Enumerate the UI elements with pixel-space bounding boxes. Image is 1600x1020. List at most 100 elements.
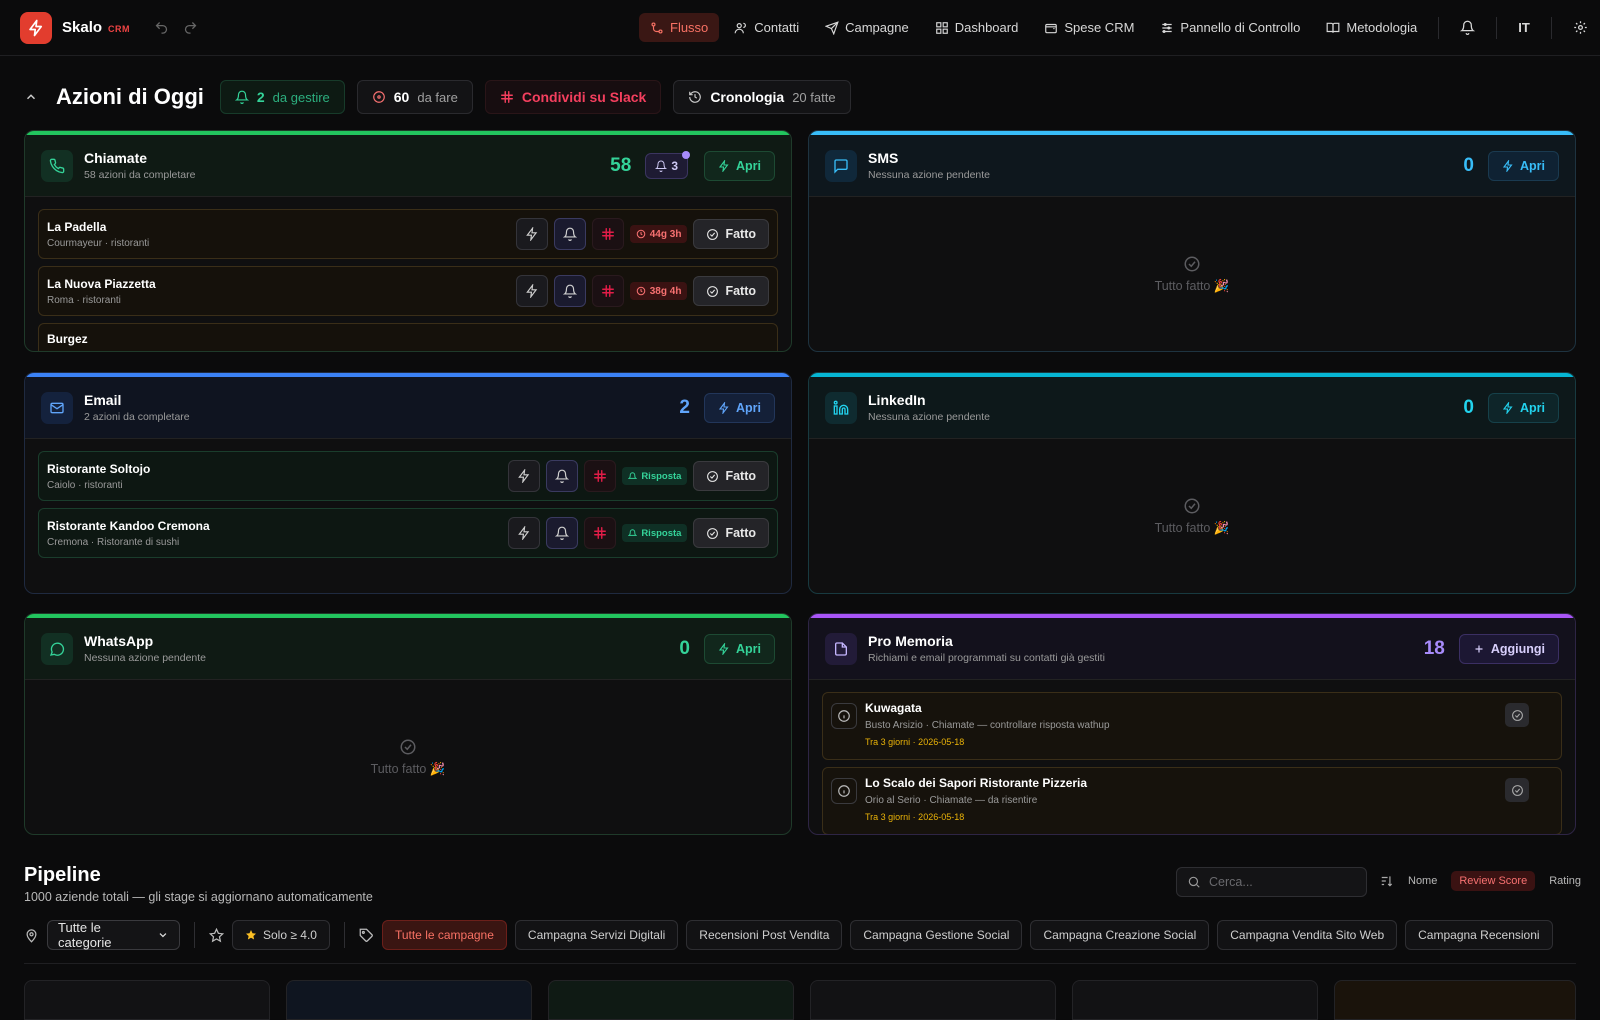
slack-button[interactable] xyxy=(584,517,617,549)
reminder-badge[interactable]: 3 xyxy=(645,150,690,179)
card-count: 18 xyxy=(1423,637,1445,659)
sort-rating[interactable]: Rating xyxy=(1541,871,1589,891)
sort-review-score[interactable]: Review Score xyxy=(1451,871,1536,891)
category-select[interactable]: Tutte le categorie xyxy=(47,920,180,950)
bell-icon xyxy=(655,160,668,172)
card-title: Chiamate xyxy=(84,150,148,166)
history-count: 20 fatte xyxy=(792,89,836,105)
campaign-chip[interactable]: Campagna Recensioni xyxy=(1405,920,1553,950)
slack-icon xyxy=(594,527,607,539)
pipeline-search[interactable] xyxy=(1176,867,1367,897)
memo-done-button[interactable] xyxy=(1505,703,1529,727)
nav-label: Dashboard xyxy=(954,20,1019,35)
search-input[interactable] xyxy=(1209,875,1349,889)
card-header: Email 2 azioni da completare 2 Apri xyxy=(25,377,791,439)
list-item[interactable]: Ristorante Kandoo Cremona Cremona · Rist… xyxy=(38,508,778,558)
open-button[interactable]: Apri xyxy=(704,150,775,181)
check-circle-icon xyxy=(1184,256,1200,272)
chevron-up-icon[interactable] xyxy=(24,90,38,104)
pipeline-column xyxy=(1334,980,1576,1020)
campaign-chip[interactable]: Campagna Servizi Digitali xyxy=(514,920,679,950)
to-manage-chip[interactable]: 2 da gestire xyxy=(219,80,345,114)
card-list: Tutto fatto 🎉 xyxy=(25,680,791,834)
plus-icon xyxy=(1475,645,1483,652)
quick-action-button[interactable] xyxy=(515,275,548,307)
rating-filter-label: Solo ≥ 4.0 xyxy=(263,928,317,942)
quick-action-button[interactable] xyxy=(508,460,541,492)
campaign-chip[interactable]: Recensioni Post Vendita xyxy=(686,920,843,950)
campaign-chip[interactable]: Campagna Vendita Sito Web xyxy=(1217,920,1398,950)
reminder-button[interactable] xyxy=(546,517,579,549)
card-icon-box xyxy=(825,149,857,182)
pipeline-column xyxy=(286,980,532,1020)
history-button[interactable]: Cronologia 20 fatte xyxy=(673,80,851,114)
bolt-icon xyxy=(29,19,43,36)
nav-campagne[interactable]: Campagne xyxy=(814,13,920,42)
redo-icon[interactable] xyxy=(183,20,198,35)
reminder-button[interactable] xyxy=(553,218,586,250)
done-button[interactable]: Fatto xyxy=(693,276,769,306)
nav-spese-crm[interactable]: Spese CRM xyxy=(1033,13,1145,42)
quick-action-button[interactable] xyxy=(508,517,541,549)
memo-item[interactable]: Kuwagata Busto Arsizio · Chiamate — cont… xyxy=(822,692,1562,760)
info-icon xyxy=(831,703,857,729)
open-button[interactable]: Apri xyxy=(704,392,775,423)
open-label: Apri xyxy=(736,641,761,656)
app-logo[interactable] xyxy=(20,11,52,44)
list-item[interactable]: Burgez xyxy=(38,323,778,351)
share-slack-button[interactable]: Condividi su Slack xyxy=(484,80,662,114)
campaign-chip[interactable]: Campagna Gestione Social xyxy=(850,920,1023,950)
open-label: Apri xyxy=(1520,400,1545,415)
to-do-chip[interactable]: 60 da fare xyxy=(356,80,473,114)
open-button[interactable]: Apri xyxy=(1488,150,1559,181)
bell-icon xyxy=(555,469,570,483)
campaign-chip-all[interactable]: Tutte le campagne xyxy=(381,920,507,950)
nav-metodologia[interactable]: Metodologia xyxy=(1315,13,1428,42)
divider xyxy=(343,922,345,948)
bolt-icon xyxy=(525,284,537,298)
reminder-button[interactable] xyxy=(546,460,579,492)
done-button[interactable]: Fatto xyxy=(693,518,769,548)
star-outline-icon xyxy=(209,927,224,942)
done-label: Fatto xyxy=(725,469,756,483)
memo-item[interactable]: Lo Scalo dei Sapori Ristorante Pizzeria … xyxy=(822,767,1562,834)
list-item[interactable]: La Nuova Piazzetta Roma · ristoranti 38g… xyxy=(38,266,778,316)
slack-button[interactable] xyxy=(591,275,624,307)
done-button[interactable]: Fatto xyxy=(693,461,769,491)
card-title: WhatsApp xyxy=(84,633,154,649)
nav-divider xyxy=(1550,16,1552,39)
slack-button[interactable] xyxy=(584,460,617,492)
done-button[interactable]: Fatto xyxy=(693,219,769,249)
top-bar: Skalo CRM Flusso Contatti Campagne Dashb… xyxy=(0,0,1600,56)
bell-icon xyxy=(562,227,577,241)
item-subtitle: Caiolo · ristoranti xyxy=(47,479,123,491)
reminder-button[interactable] xyxy=(553,275,586,307)
bell-icon xyxy=(1460,20,1476,35)
add-memo-button[interactable]: Aggiungi xyxy=(1458,633,1559,664)
nav-dashboard[interactable]: Dashboard xyxy=(924,13,1030,42)
card-count: 2 xyxy=(679,396,690,418)
open-label: Apri xyxy=(736,158,761,173)
nav-pannello[interactable]: Pannello di Controllo xyxy=(1149,13,1311,42)
settings-button[interactable] xyxy=(1562,13,1599,42)
slack-button[interactable] xyxy=(591,218,624,250)
sort-icon xyxy=(1381,876,1393,887)
pipeline-column xyxy=(24,980,270,1020)
open-button[interactable]: Apri xyxy=(1488,392,1559,423)
reminder-count: 3 xyxy=(671,158,678,173)
memo-done-button[interactable] xyxy=(1505,778,1529,802)
reply-text: Risposta xyxy=(641,527,682,539)
list-item[interactable]: Ristorante Soltojo Caiolo · ristoranti R… xyxy=(38,451,778,501)
list-item[interactable]: La Padella Courmayeur · ristoranti 44g 3… xyxy=(38,209,778,259)
age-badge: 38g 4h xyxy=(629,282,688,300)
undo-icon[interactable] xyxy=(154,20,169,35)
open-button[interactable]: Apri xyxy=(704,633,775,664)
sort-nome[interactable]: Nome xyxy=(1400,871,1445,891)
rating-filter[interactable]: Solo ≥ 4.0 xyxy=(232,920,330,950)
language-switch[interactable]: IT xyxy=(1507,13,1541,42)
quick-action-button[interactable] xyxy=(515,218,548,250)
notifications-button[interactable] xyxy=(1449,13,1486,42)
campaign-chip[interactable]: Campagna Creazione Social xyxy=(1030,920,1210,950)
nav-contatti[interactable]: Contatti xyxy=(723,13,810,42)
nav-flusso[interactable]: Flusso xyxy=(639,13,720,42)
